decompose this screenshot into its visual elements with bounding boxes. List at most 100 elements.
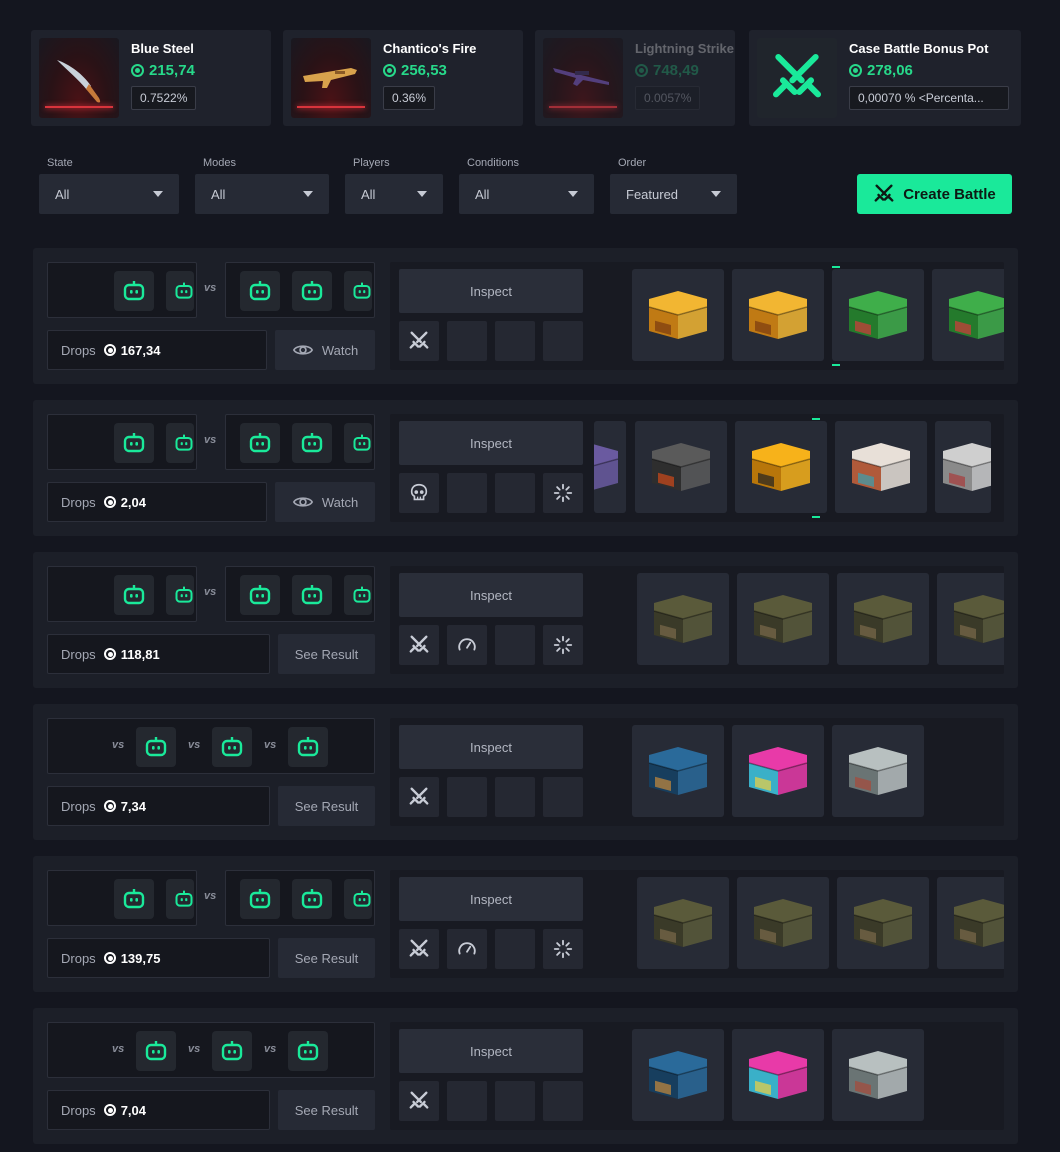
order-select[interactable]: Featured <box>610 174 737 214</box>
case-item[interactable] <box>937 877 1004 969</box>
prize-chance: 0,00070 % <Percenta... <box>849 86 1009 110</box>
battle-tag-slot <box>543 1081 583 1121</box>
inspect-button[interactable]: Inspect <box>399 877 583 921</box>
case-item[interactable] <box>832 269 924 361</box>
camo-case-icon <box>746 589 820 649</box>
bot-avatar <box>166 879 194 919</box>
case-item[interactable] <box>632 725 724 817</box>
filter-label: State <box>47 157 73 169</box>
bot-avatar <box>292 423 332 463</box>
battle-row: vs vs vs Drops 7,04 See Result Inspect <box>33 1008 1018 1144</box>
battle-tag-slot <box>399 321 439 361</box>
battle-details: Inspect <box>390 870 1004 978</box>
drops-total: Drops 7,34 <box>47 786 270 826</box>
prize-chance: 0.0057% <box>635 86 701 110</box>
inspect-button[interactable]: Inspect <box>399 269 583 313</box>
case-item[interactable] <box>832 1029 924 1121</box>
see-result-button[interactable]: See Result <box>278 938 375 978</box>
biohazard-case-icon <box>744 437 818 497</box>
prize-card[interactable]: Blue Steel 215,74 0.7522% <box>31 30 271 126</box>
case-item[interactable] <box>632 269 724 361</box>
case-item[interactable] <box>635 421 727 513</box>
knife-icon <box>39 38 119 118</box>
bot-avatar <box>166 423 194 463</box>
players-select[interactable]: All <box>345 174 443 214</box>
crossed-swords-icon <box>408 330 430 352</box>
bot-avatar <box>114 879 154 919</box>
chevron-down-icon <box>417 191 427 197</box>
case-item[interactable] <box>935 421 991 513</box>
battle-details: Inspect <box>390 262 1004 370</box>
case-item[interactable] <box>737 573 829 665</box>
modes-select[interactable]: All <box>195 174 329 214</box>
prize-name: Lightning Strike <box>635 41 734 56</box>
coin-icon <box>383 64 396 77</box>
case-item[interactable] <box>732 725 824 817</box>
team-a <box>47 870 197 926</box>
bot-avatar <box>114 271 154 311</box>
case-item[interactable] <box>835 421 927 513</box>
coin-icon <box>131 64 144 77</box>
prize-card[interactable]: Lightning Strike 748,49 0.0057% <box>535 30 735 126</box>
case-item[interactable] <box>632 1029 724 1121</box>
prize-card[interactable]: Chantico's Fire 256,53 0.36% <box>283 30 523 126</box>
vs-label: vs <box>204 890 217 902</box>
filter-conditions: Conditions All <box>459 157 594 214</box>
battle-row: vs vs vs Drops 7,34 See Result Inspect <box>33 704 1018 840</box>
crossed-swords-icon <box>408 938 430 960</box>
case-item[interactable] <box>832 725 924 817</box>
bot-avatar <box>136 727 176 767</box>
inspect-button[interactable]: Inspect <box>399 421 583 465</box>
case-item[interactable] <box>637 573 729 665</box>
see-result-button[interactable]: See Result <box>278 786 375 826</box>
drops-total: Drops 7,04 <box>47 1090 270 1130</box>
coin-icon <box>103 1104 116 1116</box>
bonus-pot-card[interactable]: Case Battle Bonus Pot 278,06 0,00070 % <… <box>749 30 1021 126</box>
inspect-button[interactable]: Inspect <box>399 1029 583 1073</box>
battle-row: vs Drops 139,75 See Result Inspect <box>33 856 1018 992</box>
bot-avatar <box>136 1031 176 1071</box>
coin-icon <box>103 800 116 812</box>
prize-price: 748,49 <box>635 62 734 79</box>
case-item[interactable] <box>732 1029 824 1121</box>
watch-button[interactable]: Watch <box>275 482 375 522</box>
create-battle-button[interactable]: Create Battle <box>857 174 1012 214</box>
case-item[interactable] <box>594 421 626 513</box>
case-item[interactable] <box>732 269 824 361</box>
battle-tag-slot <box>495 321 535 361</box>
battle-tag-slot <box>543 777 583 817</box>
case-item[interactable] <box>737 877 829 969</box>
rifle-icon <box>291 38 371 118</box>
case-item[interactable] <box>837 573 929 665</box>
inspect-button[interactable]: Inspect <box>399 573 583 617</box>
case-item[interactable] <box>637 877 729 969</box>
pink-case-icon <box>741 1045 815 1105</box>
case-item[interactable] <box>932 269 1004 361</box>
state-select[interactable]: All <box>39 174 179 214</box>
skull-icon <box>408 482 430 504</box>
bot-avatar <box>114 575 154 615</box>
chevron-down-icon <box>568 191 578 197</box>
case-item[interactable] <box>837 877 929 969</box>
bot-avatar <box>114 423 154 463</box>
battle-details: Inspect <box>390 718 1004 826</box>
see-result-button[interactable]: See Result <box>278 634 375 674</box>
case-item[interactable] <box>735 421 827 513</box>
team-b <box>225 262 375 318</box>
battle-tag-slot <box>543 321 583 361</box>
drops-total: Drops 139,75 <box>47 938 270 978</box>
bot-avatar <box>292 575 332 615</box>
see-result-button[interactable]: See Result <box>278 1090 375 1130</box>
battle-players: vs <box>47 566 375 622</box>
inspect-button[interactable]: Inspect <box>399 725 583 769</box>
prize-name: Chantico's Fire <box>383 41 477 56</box>
prize-cards: Blue Steel 215,74 0.7522% Chantico's Fir… <box>31 30 1021 126</box>
filter-modes: Modes All <box>195 157 329 214</box>
prize-name: Case Battle Bonus Pot <box>849 41 989 56</box>
bot-avatar <box>240 575 280 615</box>
case-item[interactable] <box>937 573 1004 665</box>
watch-button[interactable]: Watch <box>275 330 375 370</box>
players-ffa: vs vs vs <box>47 718 375 774</box>
conditions-select[interactable]: All <box>459 174 594 214</box>
camo-case-icon <box>846 893 920 953</box>
